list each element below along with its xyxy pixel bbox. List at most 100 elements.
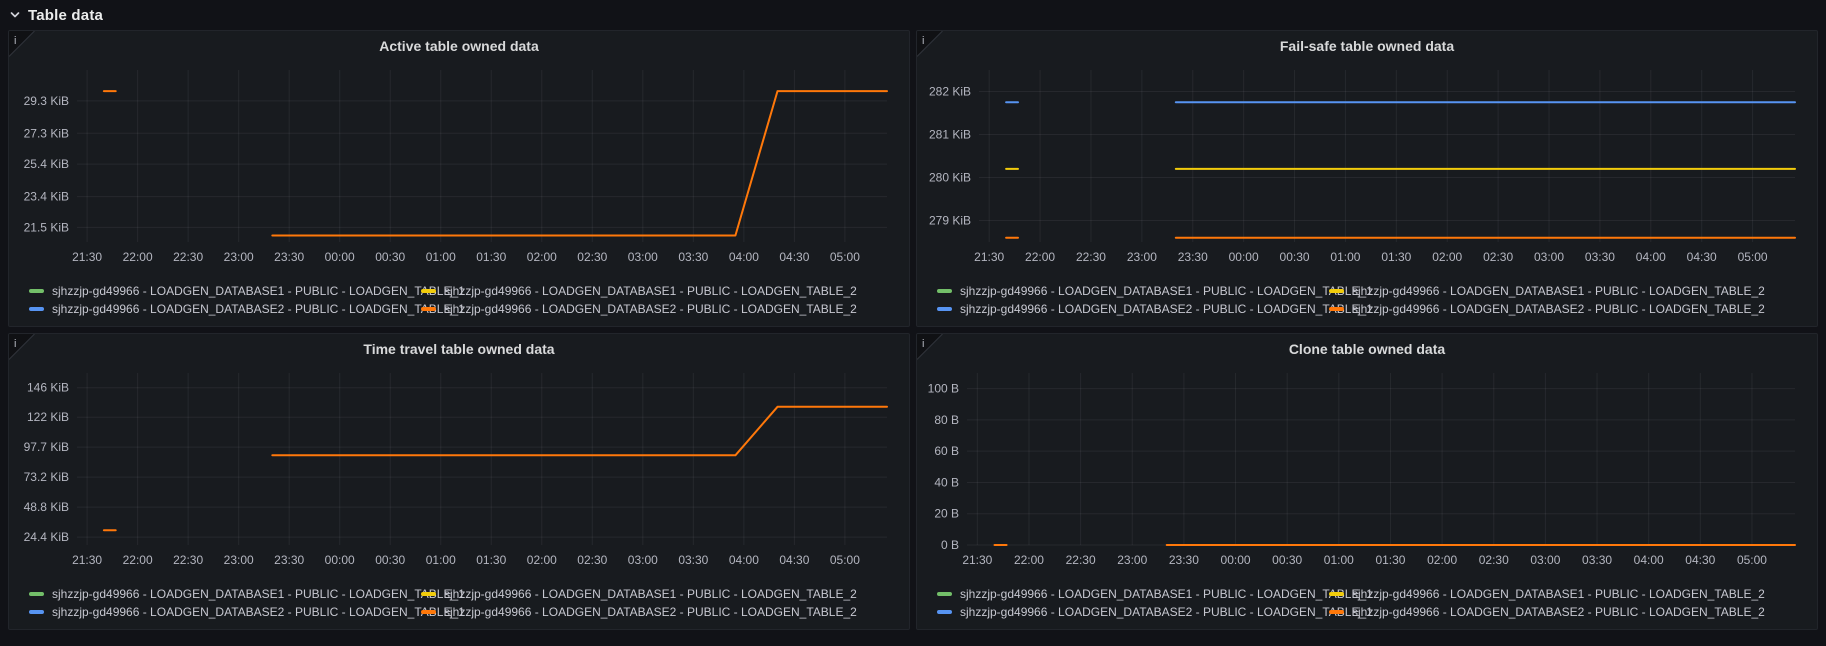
panels-grid: i Active table owned data 21:30 22:00 22:30 2…: [0, 30, 1826, 638]
x-tick-label: 21:30: [72, 250, 102, 264]
legend-item-green[interactable]: sjhzzjp-gd49966 - LOADGEN_DATABASE1 - PU…: [29, 585, 465, 602]
panel-info-corner[interactable]: i: [9, 31, 35, 57]
legend-item-blue[interactable]: sjhzzjp-gd49966 - LOADGEN_DATABASE2 - PU…: [29, 300, 465, 317]
legend-item-orange[interactable]: sjhzzjp-gd49966 - LOADGEN_DATABASE2 - PU…: [421, 603, 901, 620]
legend-item-yellow[interactable]: sjhzzjp-gd49966 - LOADGEN_DATABASE1 - PU…: [1329, 282, 1809, 299]
x-tick-label: 04:00: [729, 250, 759, 264]
y-tick-label: 146 KiB: [27, 381, 69, 395]
x-tick-label: 23:30: [274, 250, 304, 264]
legend-item-yellow[interactable]: sjhzzjp-gd49966 - LOADGEN_DATABASE1 - PU…: [421, 585, 901, 602]
chart-fail-safe-table-owned-data: 21:30 22:00 22:30 23:00 23:30 00:00 00:30 01:00…: [929, 70, 1796, 264]
legend-item-blue[interactable]: sjhzzjp-gd49966 - LOADGEN_DATABASE2 - PU…: [937, 300, 1373, 317]
legend-item-orange[interactable]: sjhzzjp-gd49966 - LOADGEN_DATABASE2 - PU…: [421, 300, 901, 317]
info-icon: i: [14, 338, 16, 350]
legend: sjhzzjp-gd49966 - LOADGEN_DATABASE1 - PU…: [17, 282, 901, 317]
x-tick-label: 03:00: [1534, 250, 1564, 264]
legend-item-green[interactable]: sjhzzjp-gd49966 - LOADGEN_DATABASE1 - PU…: [937, 282, 1373, 299]
legend-item-yellow[interactable]: sjhzzjp-gd49966 - LOADGEN_DATABASE1 - PU…: [421, 282, 901, 299]
x-tick-label: 03:00: [628, 250, 658, 264]
x-tick-label: 23:00: [1117, 553, 1147, 567]
x-tick-label: 23:30: [274, 553, 304, 567]
legend-swatch-orange: [1329, 306, 1344, 311]
x-tick-label: 03:30: [678, 553, 708, 567]
legend-swatch-green: [29, 591, 44, 596]
x-tick-label: 04:30: [1685, 553, 1715, 567]
panel-clone-table-owned-data: i Clone table owned data 21:30 22:00 22:30 23…: [916, 333, 1818, 630]
legend-item-green[interactable]: sjhzzjp-gd49966 - LOADGEN_DATABASE1 - PU…: [29, 282, 465, 299]
x-tick-label: 03:30: [1585, 250, 1615, 264]
y-tick-label: 60 B: [934, 444, 959, 458]
x-tick-label: 23:00: [224, 553, 254, 567]
y-tick-label: 20 B: [934, 507, 959, 521]
panel-title[interactable]: Fail-safe table owned data: [925, 34, 1809, 58]
panel-info-corner[interactable]: i: [917, 334, 943, 360]
chevron-down-icon: [10, 12, 20, 18]
grafana-dashboard: Table data i Active table owned data 21:30…: [0, 0, 1826, 646]
x-tick-label: 22:00: [1025, 250, 1055, 264]
panel-title[interactable]: Active table owned data: [17, 34, 901, 58]
legend-swatch-yellow: [1329, 288, 1344, 293]
x-tick-label: 02:30: [1479, 553, 1509, 567]
legend-label: sjhzzjp-gd49966 - LOADGEN_DATABASE2 - PU…: [444, 301, 857, 316]
y-tick-label: 280 KiB: [929, 171, 971, 185]
legend-item-blue[interactable]: sjhzzjp-gd49966 - LOADGEN_DATABASE2 - PU…: [29, 603, 465, 620]
x-tick-label: 22:30: [173, 553, 203, 567]
x-tick-label: 04:00: [1636, 250, 1666, 264]
legend-item-orange[interactable]: sjhzzjp-gd49966 - LOADGEN_DATABASE2 - PU…: [1329, 300, 1809, 317]
x-tick-label: 02:30: [577, 250, 607, 264]
legend-label: sjhzzjp-gd49966 - LOADGEN_DATABASE2 - PU…: [444, 604, 857, 619]
x-tick-label: 05:00: [1737, 553, 1767, 567]
legend-swatch-blue: [29, 609, 44, 614]
legend: sjhzzjp-gd49966 - LOADGEN_DATABASE1 - PU…: [925, 585, 1809, 620]
x-tick-label: 00:30: [375, 250, 405, 264]
info-icon: i: [14, 35, 16, 47]
legend-label: sjhzzjp-gd49966 - LOADGEN_DATABASE2 - PU…: [960, 301, 1373, 316]
x-tick-label: 03:30: [678, 250, 708, 264]
legend-item-yellow[interactable]: sjhzzjp-gd49966 - LOADGEN_DATABASE1 - PU…: [1329, 585, 1809, 602]
y-tick-label: 40 B: [934, 475, 959, 489]
legend-item-orange[interactable]: sjhzzjp-gd49966 - LOADGEN_DATABASE2 - PU…: [1329, 603, 1809, 620]
chart-plot-area[interactable]: [77, 373, 887, 545]
x-tick-label: 01:30: [1381, 250, 1411, 264]
chart-plot-area[interactable]: [77, 70, 887, 242]
panel-info-corner[interactable]: i: [917, 31, 943, 57]
y-tick-label: 23.4 KiB: [24, 190, 69, 204]
x-tick-label: 22:00: [123, 553, 153, 567]
x-tick-label: 22:30: [1076, 250, 1106, 264]
x-tick-label: 22:00: [1014, 553, 1044, 567]
x-tick-label: 01:30: [476, 553, 506, 567]
x-tick-label: 01:00: [426, 250, 456, 264]
row-header-table-data[interactable]: Table data: [0, 0, 1826, 30]
x-tick-label: 00:30: [1280, 250, 1310, 264]
x-tick-label: 01:00: [1330, 250, 1360, 264]
panel-title[interactable]: Time travel table owned data: [17, 337, 901, 361]
panel-title[interactable]: Clone table owned data: [925, 337, 1809, 361]
legend-swatch-yellow: [1329, 591, 1344, 596]
y-tick-label: 25.4 KiB: [24, 157, 69, 171]
x-tick-label: 22:00: [123, 250, 153, 264]
legend-swatch-yellow: [421, 591, 436, 596]
x-tick-label: 04:30: [779, 553, 809, 567]
x-tick-label: 02:30: [577, 553, 607, 567]
panel-info-corner[interactable]: i: [9, 334, 35, 360]
x-tick-label: 03:00: [1530, 553, 1560, 567]
x-tick-label: 21:30: [974, 250, 1004, 264]
x-tick-label: 00:00: [1229, 250, 1259, 264]
x-tick-label: 00:30: [375, 553, 405, 567]
y-tick-label: 24.4 KiB: [24, 530, 69, 544]
panel-fail-safe-table-owned-data: i Fail-safe table owned data 21:30 22:00 22:…: [916, 30, 1818, 327]
chart-plot-area[interactable]: [979, 70, 1795, 242]
legend-item-green[interactable]: sjhzzjp-gd49966 - LOADGEN_DATABASE1 - PU…: [937, 585, 1373, 602]
chart-plot-area[interactable]: [967, 373, 1795, 545]
x-tick-label: 05:00: [830, 250, 860, 264]
legend-swatch-green: [937, 288, 952, 293]
x-tick-label: 21:30: [962, 553, 992, 567]
legend-label: sjhzzjp-gd49966 - LOADGEN_DATABASE1 - PU…: [52, 283, 465, 298]
legend-label: sjhzzjp-gd49966 - LOADGEN_DATABASE1 - PU…: [1352, 586, 1765, 601]
y-tick-label: 29.3 KiB: [24, 94, 69, 108]
y-tick-label: 0 B: [941, 538, 959, 552]
x-tick-label: 01:30: [1375, 553, 1405, 567]
panel-active-table-owned-data: i Active table owned data 21:30 22:00 22:30 2…: [8, 30, 910, 327]
x-tick-label: 04:30: [1687, 250, 1717, 264]
legend-item-blue[interactable]: sjhzzjp-gd49966 - LOADGEN_DATABASE2 - PU…: [937, 603, 1373, 620]
